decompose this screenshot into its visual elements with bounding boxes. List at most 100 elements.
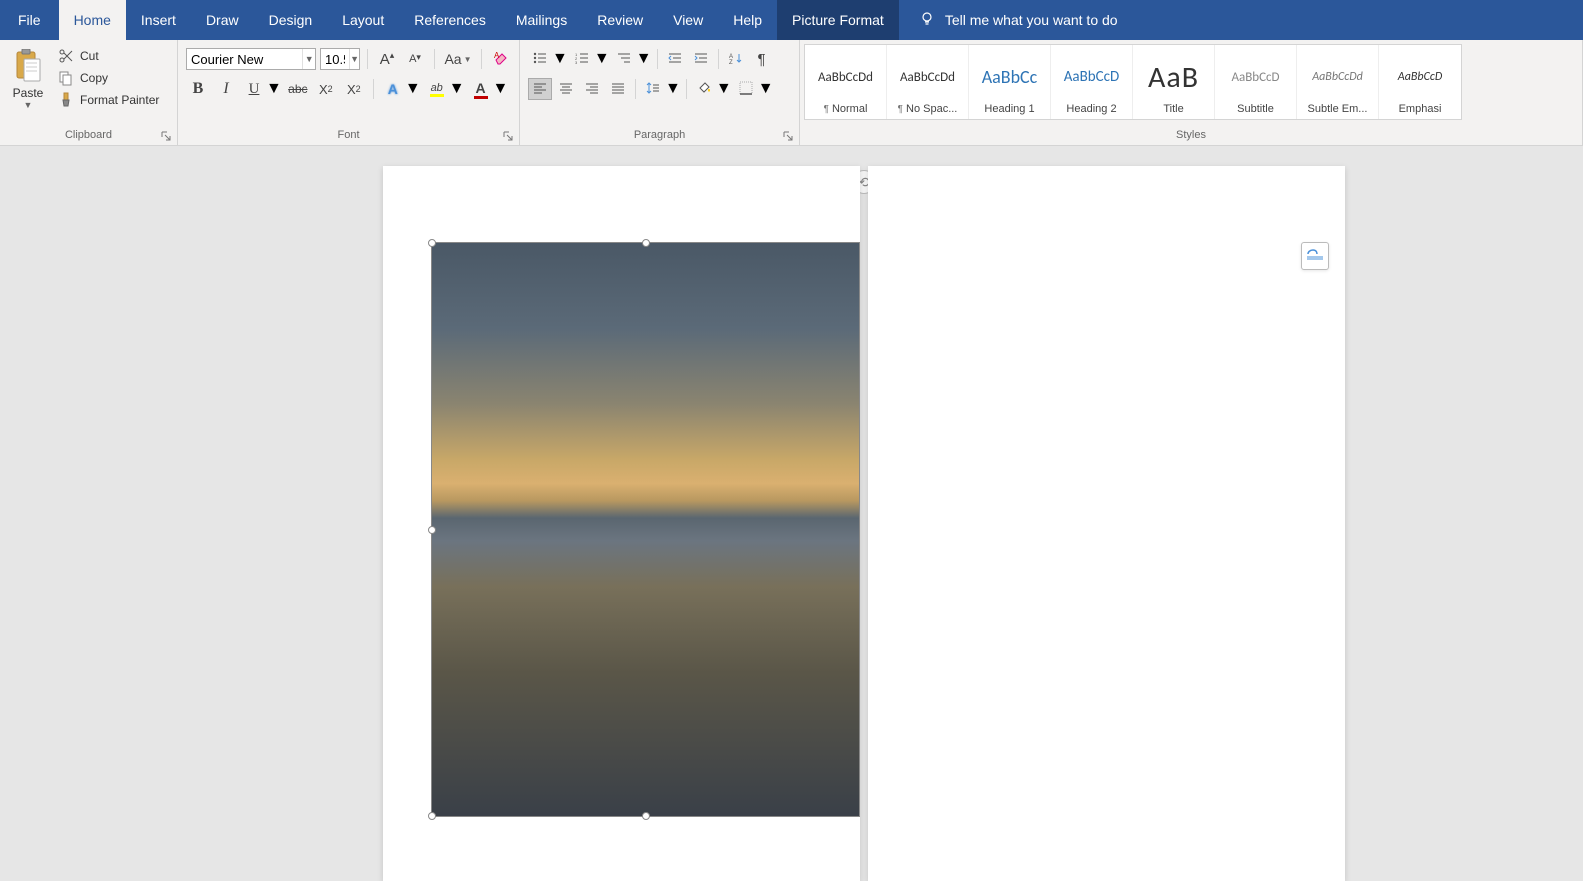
style-name-label: Emphasi bbox=[1399, 103, 1442, 115]
font-color-button[interactable]: A bbox=[469, 78, 493, 100]
increase-indent-button[interactable] bbox=[689, 48, 713, 70]
tab-design[interactable]: Design bbox=[254, 0, 328, 40]
numbering-icon: 123 bbox=[575, 51, 589, 67]
align-left-button[interactable] bbox=[528, 78, 552, 100]
resize-handle-tl[interactable] bbox=[428, 239, 436, 247]
justify-icon bbox=[611, 81, 625, 97]
font-name-input[interactable] bbox=[187, 52, 302, 67]
strikethrough-button[interactable]: abc bbox=[286, 78, 310, 100]
borders-dropdown-icon[interactable]: ▼ bbox=[758, 80, 774, 98]
bullets-dropdown-icon[interactable]: ▼ bbox=[552, 50, 568, 68]
page-1[interactable] bbox=[383, 166, 860, 881]
borders-button[interactable] bbox=[734, 78, 758, 100]
text-effects-button[interactable]: A bbox=[381, 78, 405, 100]
tab-insert[interactable]: Insert bbox=[126, 0, 191, 40]
sort-button[interactable]: AZ bbox=[724, 48, 748, 70]
resize-handle-ml[interactable] bbox=[428, 526, 436, 534]
justify-button[interactable] bbox=[606, 78, 630, 100]
multilevel-list-button[interactable] bbox=[612, 48, 636, 70]
tab-review[interactable]: Review bbox=[582, 0, 658, 40]
paragraph-dialog-launcher[interactable] bbox=[781, 129, 795, 143]
copy-button[interactable]: Copy bbox=[54, 68, 163, 88]
font-color-dropdown-icon[interactable]: ▼ bbox=[493, 80, 509, 98]
highlighter-icon: ab bbox=[431, 82, 443, 94]
tell-me-search[interactable]: Tell me what you want to do bbox=[919, 0, 1118, 40]
bullets-button[interactable] bbox=[528, 48, 552, 70]
line-spacing-dropdown-icon[interactable]: ▼ bbox=[665, 80, 681, 98]
copy-label: Copy bbox=[80, 71, 108, 85]
style-preview: AaBbCcDd bbox=[1312, 51, 1363, 103]
italic-button[interactable]: I bbox=[214, 78, 238, 100]
paint-bucket-icon bbox=[697, 81, 711, 98]
tab-references[interactable]: References bbox=[399, 0, 501, 40]
show-marks-button[interactable]: ¶ bbox=[750, 48, 774, 70]
tab-layout[interactable]: Layout bbox=[327, 0, 399, 40]
font-size-dropdown-icon[interactable]: ▼ bbox=[349, 49, 359, 69]
clipboard-dialog-launcher[interactable] bbox=[159, 129, 173, 143]
borders-icon bbox=[739, 81, 753, 98]
highlight-dropdown-icon[interactable]: ▼ bbox=[449, 80, 465, 98]
tab-file[interactable]: File bbox=[0, 0, 59, 40]
cut-button[interactable]: Cut bbox=[54, 46, 163, 66]
tab-home[interactable]: Home bbox=[59, 0, 126, 40]
tab-draw[interactable]: Draw bbox=[191, 0, 254, 40]
tab-help[interactable]: Help bbox=[718, 0, 777, 40]
resize-handle-tc[interactable] bbox=[642, 239, 650, 247]
style-preview: AaBbCc bbox=[982, 51, 1038, 103]
page-2[interactable] bbox=[868, 166, 1345, 881]
style-item-emphasi[interactable]: AaBbCcDEmphasi bbox=[1379, 45, 1461, 119]
bold-button[interactable]: B bbox=[186, 78, 210, 100]
superscript-button[interactable]: X2 bbox=[342, 78, 366, 100]
style-preview: AaBbCcDd bbox=[900, 51, 955, 103]
font-dialog-launcher[interactable] bbox=[501, 129, 515, 143]
paste-button[interactable]: Paste ▼ bbox=[6, 44, 50, 110]
tab-view[interactable]: View bbox=[658, 0, 718, 40]
resize-handle-bc[interactable] bbox=[642, 812, 650, 820]
paragraph-group-label: Paragraph bbox=[520, 129, 799, 141]
eraser-icon: A bbox=[493, 50, 509, 69]
style-item-subtle-em-[interactable]: AaBbCcDdSubtle Em... bbox=[1297, 45, 1379, 119]
document-area[interactable]: ⟲ bbox=[0, 146, 1583, 881]
style-item-no-spac-[interactable]: AaBbCcDd¶No Spac... bbox=[887, 45, 969, 119]
layout-options-button[interactable] bbox=[1301, 242, 1329, 270]
underline-button[interactable]: U bbox=[242, 78, 266, 100]
style-item-heading-2[interactable]: AaBbCcDHeading 2 bbox=[1051, 45, 1133, 119]
styles-gallery[interactable]: AaBbCcDd¶NormalAaBbCcDd¶No Spac...AaBbCc… bbox=[804, 44, 1462, 120]
style-name-label: ¶Normal bbox=[824, 103, 868, 115]
font-size-input[interactable] bbox=[321, 52, 349, 67]
multilevel-dropdown-icon[interactable]: ▼ bbox=[636, 50, 652, 68]
clear-formatting-button[interactable]: A bbox=[489, 48, 513, 70]
style-item-heading-1[interactable]: AaBbCcHeading 1 bbox=[969, 45, 1051, 119]
shading-dropdown-icon[interactable]: ▼ bbox=[716, 80, 732, 98]
font-name-combo[interactable]: ▼ bbox=[186, 48, 316, 70]
font-name-dropdown-icon[interactable]: ▼ bbox=[302, 49, 315, 69]
line-spacing-button[interactable] bbox=[641, 78, 665, 100]
inserted-picture[interactable] bbox=[431, 242, 860, 817]
align-center-icon bbox=[559, 81, 573, 97]
bullets-icon bbox=[533, 51, 547, 67]
align-right-button[interactable] bbox=[580, 78, 604, 100]
style-item-normal[interactable]: AaBbCcDd¶Normal bbox=[805, 45, 887, 119]
align-center-button[interactable] bbox=[554, 78, 578, 100]
underline-dropdown-icon[interactable]: ▼ bbox=[266, 80, 282, 98]
text-effects-dropdown-icon[interactable]: ▼ bbox=[405, 80, 421, 98]
shrink-font-button[interactable]: A▾ bbox=[403, 48, 427, 70]
style-item-title[interactable]: AaBTitle bbox=[1133, 45, 1215, 119]
change-case-button[interactable]: Aa▼ bbox=[442, 48, 474, 70]
paste-dropdown-icon[interactable]: ▼ bbox=[24, 100, 33, 110]
tab-mailings[interactable]: Mailings bbox=[501, 0, 582, 40]
decrease-indent-button[interactable] bbox=[663, 48, 687, 70]
font-size-combo[interactable]: ▼ bbox=[320, 48, 360, 70]
subscript-button[interactable]: X2 bbox=[314, 78, 338, 100]
grow-font-button[interactable]: A▴ bbox=[375, 48, 399, 70]
resize-handle-bl[interactable] bbox=[428, 812, 436, 820]
format-painter-button[interactable]: Format Painter bbox=[54, 90, 163, 110]
group-paragraph: ▼ 123 ▼ ▼ AZ ¶ ▼ bbox=[520, 40, 800, 145]
align-right-icon bbox=[585, 81, 599, 97]
shading-button[interactable] bbox=[692, 78, 716, 100]
numbering-dropdown-icon[interactable]: ▼ bbox=[594, 50, 610, 68]
tab-picture-format[interactable]: Picture Format bbox=[777, 0, 899, 40]
numbering-button[interactable]: 123 bbox=[570, 48, 594, 70]
highlight-button[interactable]: ab bbox=[425, 78, 449, 100]
style-item-subtitle[interactable]: AaBbCcDSubtitle bbox=[1215, 45, 1297, 119]
